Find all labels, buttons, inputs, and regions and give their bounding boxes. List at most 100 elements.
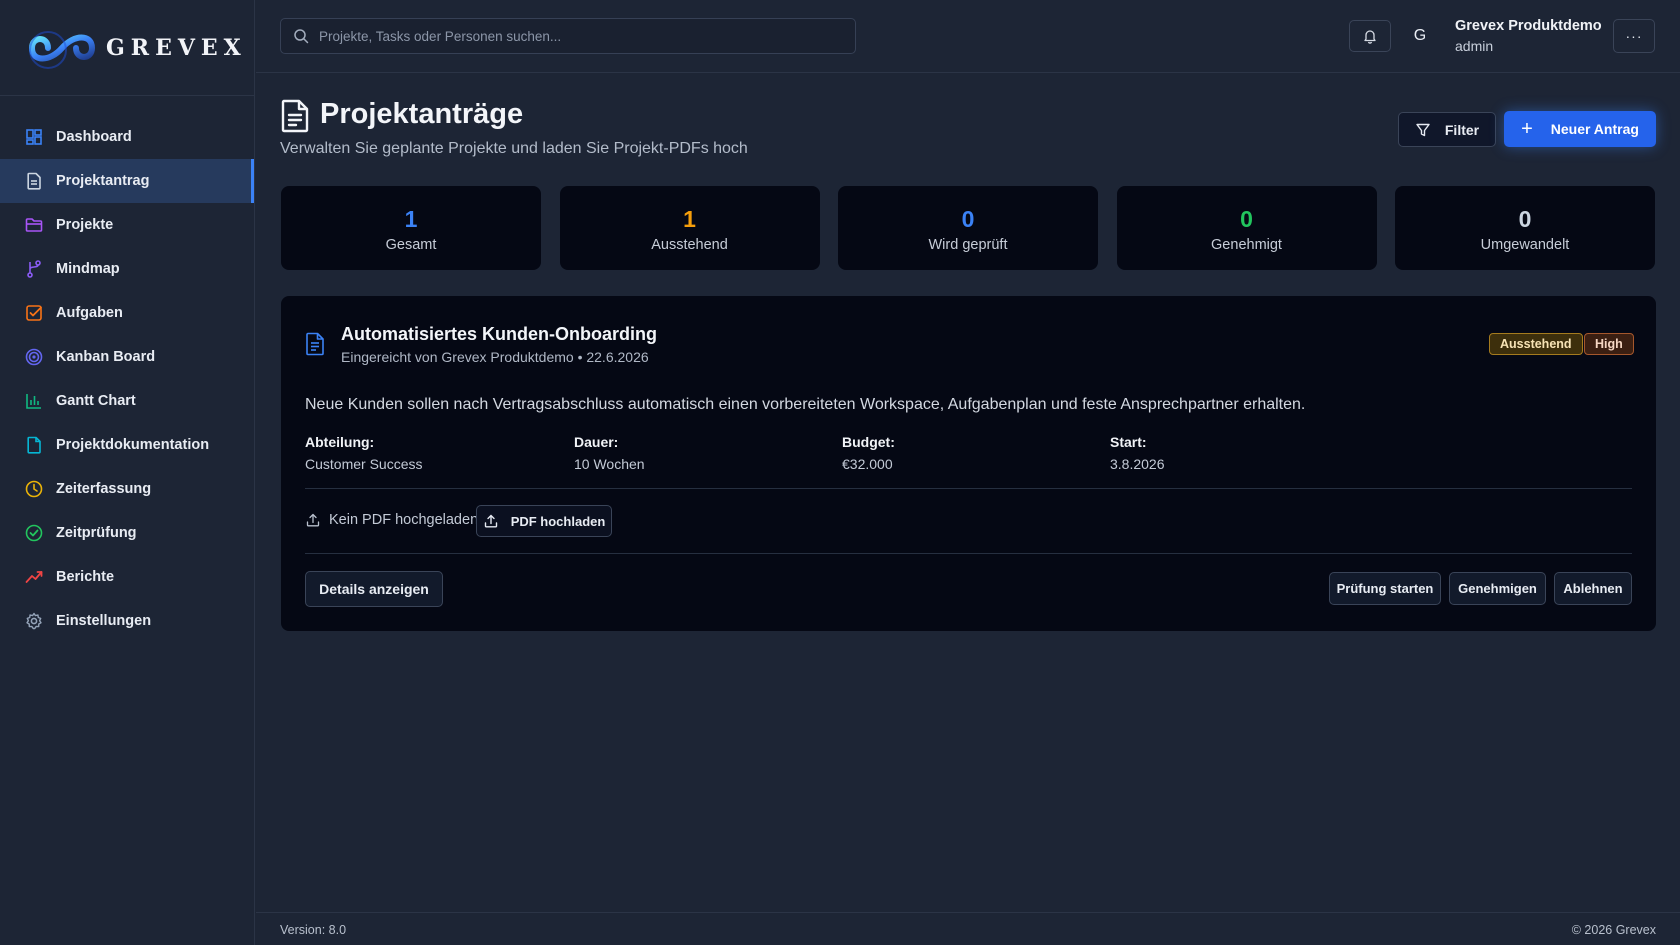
topbar: G Grevex Produktdemo admin ··· bbox=[256, 0, 1680, 73]
document-icon bbox=[306, 332, 324, 356]
filter-button[interactable]: Filter bbox=[1398, 112, 1496, 147]
more-menu-button[interactable]: ··· bbox=[1613, 19, 1655, 53]
sidebar-item-projektantrag[interactable]: Projektantrag bbox=[0, 159, 254, 203]
stat-value: 0 bbox=[961, 206, 975, 232]
meta-department: Abteilung: Customer Success bbox=[305, 434, 422, 472]
bar-chart-icon bbox=[24, 391, 44, 411]
sidebar-item-label: Mindmap bbox=[56, 261, 120, 277]
sidebar-item-label: Gantt Chart bbox=[56, 393, 136, 409]
details-button[interactable]: Details anzeigen bbox=[305, 571, 443, 607]
request-title: Automatisiertes Kunden-Onboarding bbox=[341, 324, 658, 344]
copyright-text: © 2026 Grevex bbox=[1571, 923, 1656, 937]
sidebar-item-kanban-board[interactable]: Kanban Board bbox=[0, 335, 254, 379]
sidebar-item-label: Zeitprüfung bbox=[56, 525, 137, 541]
file-icon bbox=[24, 435, 44, 455]
search-icon bbox=[294, 29, 309, 44]
meta-budget: Budget: €32.000 bbox=[842, 434, 895, 472]
plus-icon: + bbox=[1521, 118, 1533, 140]
stat-value: 1 bbox=[683, 206, 696, 232]
folder-icon bbox=[24, 215, 44, 235]
stat-label: Ausstehend bbox=[651, 237, 728, 253]
sidebar-item-gantt-chart[interactable]: Gantt Chart bbox=[0, 379, 254, 423]
sidebar-item-label: Einstellungen bbox=[56, 613, 152, 629]
brand-name: GREVEX bbox=[106, 34, 247, 61]
sidebar-item-label: Projekte bbox=[56, 217, 114, 233]
avatar[interactable]: G bbox=[1408, 24, 1432, 48]
sidebar-item-berichte[interactable]: Berichte bbox=[0, 555, 254, 599]
meta-key: Abteilung: bbox=[305, 434, 375, 450]
sidebar-item-zeitprüfung[interactable]: Zeitprüfung bbox=[0, 511, 254, 555]
bell-icon bbox=[1364, 30, 1376, 44]
dashboard-icon bbox=[24, 127, 44, 147]
request-card: Automatisiertes Kunden-Onboarding Einger… bbox=[281, 296, 1656, 631]
gear-icon bbox=[24, 611, 44, 631]
stat-card: 0 Umgewandelt bbox=[1395, 186, 1655, 270]
meta-start: Start: 3.8.2026 bbox=[1110, 434, 1165, 472]
reject-button[interactable]: Ablehnen bbox=[1554, 572, 1632, 605]
sidebar-item-label: Projektantrag bbox=[56, 173, 150, 189]
sidebar-item-projektdokumentation[interactable]: Projektdokumentation bbox=[0, 423, 254, 467]
sidebar-item-zeiterfassung[interactable]: Zeiterfassung bbox=[0, 467, 254, 511]
upload-icon bbox=[306, 513, 320, 527]
sidebar-item-label: Aufgaben bbox=[56, 305, 123, 321]
sidebar-item-dashboard[interactable]: Dashboard bbox=[0, 115, 254, 159]
version-text: Version: 8.0 bbox=[280, 923, 347, 937]
stat-card: 0 Genehmigt bbox=[1116, 186, 1377, 270]
sidebar-item-einstellungen[interactable]: Einstellungen bbox=[0, 599, 254, 643]
brand-logo[interactable]: GREVEX bbox=[0, 0, 254, 96]
start-review-button[interactable]: Prüfung starten bbox=[1329, 572, 1441, 605]
divider bbox=[305, 488, 1632, 489]
sidebar: GREVEX Dashboard Projektantrag Projekte Min… bbox=[0, 0, 255, 945]
sidebar-item-mindmap[interactable]: Mindmap bbox=[0, 247, 254, 291]
stat-card: 0 Wird geprüft bbox=[838, 186, 1098, 270]
branch-icon bbox=[24, 259, 44, 279]
notifications-button[interactable] bbox=[1349, 20, 1391, 52]
stat-label: Gesamt bbox=[385, 237, 437, 253]
meta-duration: Dauer: 10 Wochen bbox=[574, 434, 645, 472]
meta-value: 3.8.2026 bbox=[1110, 456, 1165, 472]
page-title: Projektanträge bbox=[320, 98, 524, 130]
footer: Version: 8.0 © 2026 Grevex bbox=[256, 912, 1680, 945]
approve-button[interactable]: Genehmigen bbox=[1449, 572, 1546, 605]
pdf-status-text: Kein PDF hochgeladen bbox=[329, 512, 479, 528]
pdf-upload-label: PDF hochladen bbox=[510, 513, 606, 529]
stat-card: 1 Ausstehend bbox=[559, 186, 820, 270]
new-request-label: Neuer Antrag bbox=[1550, 121, 1639, 137]
meta-value: Customer Success bbox=[305, 456, 423, 472]
meta-key: Budget: bbox=[842, 434, 895, 450]
sidebar-item-label: Projektdokumentation bbox=[56, 437, 210, 453]
ellipsis-icon: ··· bbox=[1625, 28, 1643, 44]
meta-value: 10 Wochen bbox=[574, 456, 645, 472]
pdf-upload-button[interactable]: PDF hochladen bbox=[476, 505, 612, 537]
sidebar-item-label: Berichte bbox=[56, 569, 115, 585]
divider bbox=[305, 553, 1632, 554]
sidebar-item-label: Kanban Board bbox=[56, 349, 156, 365]
sidebar-item-label: Dashboard bbox=[56, 129, 132, 145]
check-circle-icon bbox=[24, 523, 44, 543]
stat-value: 0 bbox=[1518, 206, 1532, 232]
sidebar-item-label: Zeiterfassung bbox=[56, 481, 152, 497]
stat-value: 1 bbox=[404, 206, 418, 232]
new-request-button[interactable]: + Neuer Antrag bbox=[1504, 111, 1656, 147]
document-title-icon bbox=[281, 99, 309, 133]
filter-icon bbox=[1416, 123, 1430, 136]
sidebar-item-aufgaben[interactable]: Aufgaben bbox=[0, 291, 254, 335]
checkbox-icon bbox=[24, 303, 44, 323]
sidebar-nav: Dashboard Projektantrag Projekte Mindmap Auf… bbox=[0, 96, 254, 643]
pdf-status: Kein PDF hochgeladen bbox=[305, 512, 478, 528]
target-icon bbox=[24, 347, 44, 367]
infinity-logo-icon bbox=[28, 30, 96, 69]
clock-icon bbox=[24, 479, 44, 499]
meta-key: Start: bbox=[1110, 434, 1147, 450]
meta-key: Dauer: bbox=[574, 434, 619, 450]
stat-label: Umgewandelt bbox=[1480, 237, 1570, 253]
request-description: Neue Kunden sollen nach Vertragsabschlus… bbox=[305, 396, 1306, 413]
search-box[interactable] bbox=[280, 18, 856, 54]
stat-label: Genehmigt bbox=[1211, 237, 1282, 253]
sidebar-item-projekte[interactable]: Projekte bbox=[0, 203, 254, 247]
filter-label: Filter bbox=[1444, 121, 1480, 138]
search-input[interactable] bbox=[319, 28, 839, 44]
user-name: Grevex Produktdemo bbox=[1455, 18, 1602, 34]
user-role: admin bbox=[1455, 38, 1494, 54]
priority-badge: High bbox=[1584, 333, 1634, 355]
